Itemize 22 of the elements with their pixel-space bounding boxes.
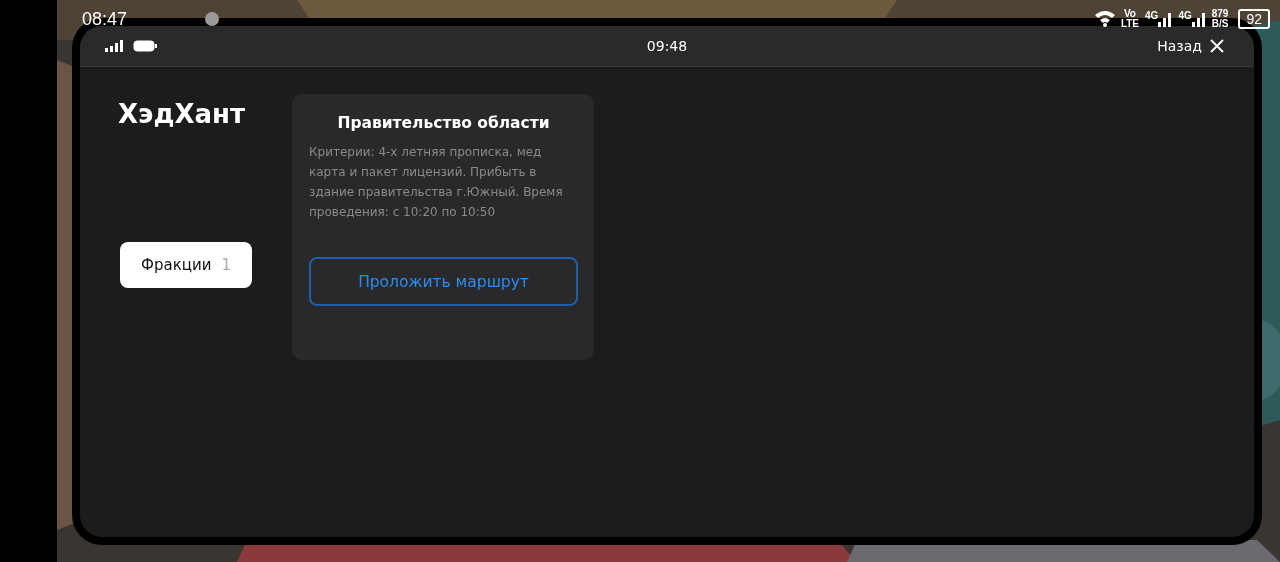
signal-icon [1191, 11, 1206, 27]
notification-icon [204, 11, 221, 27]
app-time: 09:48 [646, 38, 688, 54]
volte-label: LTE [1120, 19, 1140, 29]
card-description: Критерии: 4-х летняя прописка, мед карта и пакет лицензий. Прибыть в здание правительства г.Южный. Время проведения: с 10:20 по 10:50 [309, 144, 564, 221]
volte-label: Vo [1123, 9, 1136, 19]
speed-value: 879 [1211, 9, 1229, 19]
card-title: Правительство области [336, 114, 551, 132]
speed-unit: B/S [1211, 19, 1229, 29]
battery-icon [133, 40, 157, 52]
close-icon [1210, 39, 1224, 53]
signal-icon [1158, 11, 1173, 27]
back-button[interactable]: Назад [1157, 38, 1224, 54]
network-label: 4G [1145, 11, 1159, 21]
signal-icon [105, 40, 125, 52]
network-label: 4G [1178, 11, 1192, 21]
status-time: 08:47 [82, 8, 128, 30]
app-title: ХэдХант [118, 99, 247, 129]
wifi-icon [1094, 11, 1115, 27]
category-tab[interactable]: Фракции 1 [120, 242, 252, 288]
route-button[interactable]: Проложить маршрут [309, 257, 578, 306]
battery-level: 92 [1246, 11, 1262, 27]
